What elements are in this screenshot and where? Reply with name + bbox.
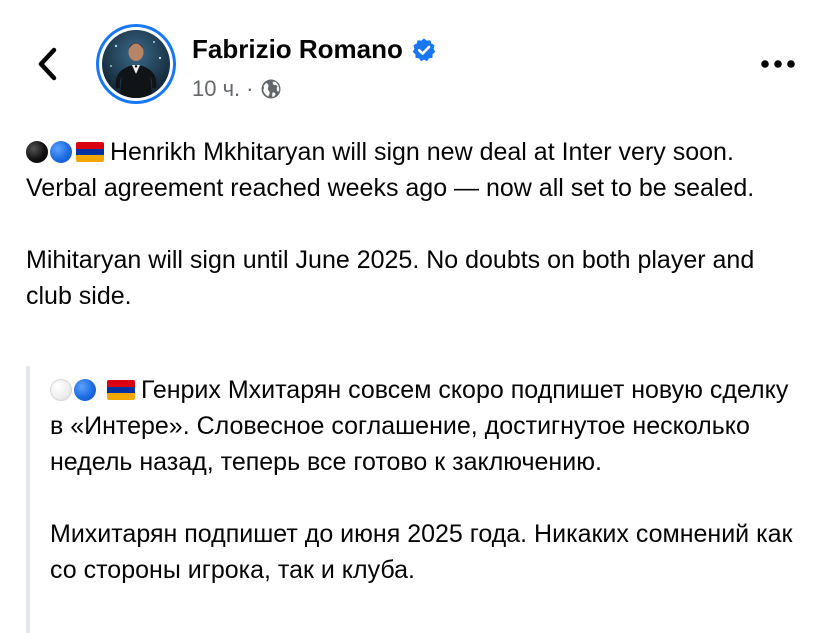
translation-paragraph-1-text: Генрих Мхитарян совсем скоро подпишет но…	[50, 376, 789, 476]
avatar-photo	[102, 30, 170, 98]
back-button[interactable]	[26, 40, 70, 88]
avatar[interactable]	[96, 24, 176, 104]
blue-circle-emoji-icon	[50, 141, 72, 163]
black-circle-emoji-icon	[26, 141, 48, 163]
more-dots-icon	[761, 60, 795, 68]
meta-separator: ·	[246, 76, 254, 101]
blue-circle-emoji-icon	[74, 379, 96, 401]
post-paragraph-1: Henrikh Mkhitaryan will sign new deal at…	[26, 134, 806, 206]
author-name[interactable]: Fabrizio Romano	[192, 34, 437, 65]
armenia-flag-icon	[76, 142, 104, 162]
post-paragraph-2: Mihitaryan will sign until June 2025. No…	[26, 246, 755, 310]
post-header: Fabrizio Romano 10 ч. ·	[0, 0, 828, 120]
author-name-text: Fabrizio Romano	[192, 34, 403, 64]
more-options-button[interactable]	[756, 50, 800, 78]
translation-paragraph-1: Генрих Мхитарян совсем скоро подпишет но…	[50, 372, 806, 480]
post-paragraph-1-text: Henrikh Mkhitaryan will sign new deal at…	[26, 138, 755, 202]
post-meta: 10 ч. ·	[192, 76, 282, 102]
armenia-flag-icon	[106, 380, 135, 400]
translation-paragraph-2: Михитарян подпишет до июня 2025 года. Ни…	[50, 520, 793, 584]
post-timestamp[interactable]: 10 ч.	[192, 76, 240, 102]
post-body: Henrikh Mkhitaryan will sign new deal at…	[26, 134, 806, 314]
translation-block: Генрих Мхитарян совсем скоро подпишет но…	[26, 366, 806, 633]
white-circle-emoji-icon	[50, 379, 72, 401]
globe-icon[interactable]	[260, 78, 282, 100]
verified-badge-icon	[412, 38, 436, 61]
chevron-left-icon	[38, 47, 57, 81]
